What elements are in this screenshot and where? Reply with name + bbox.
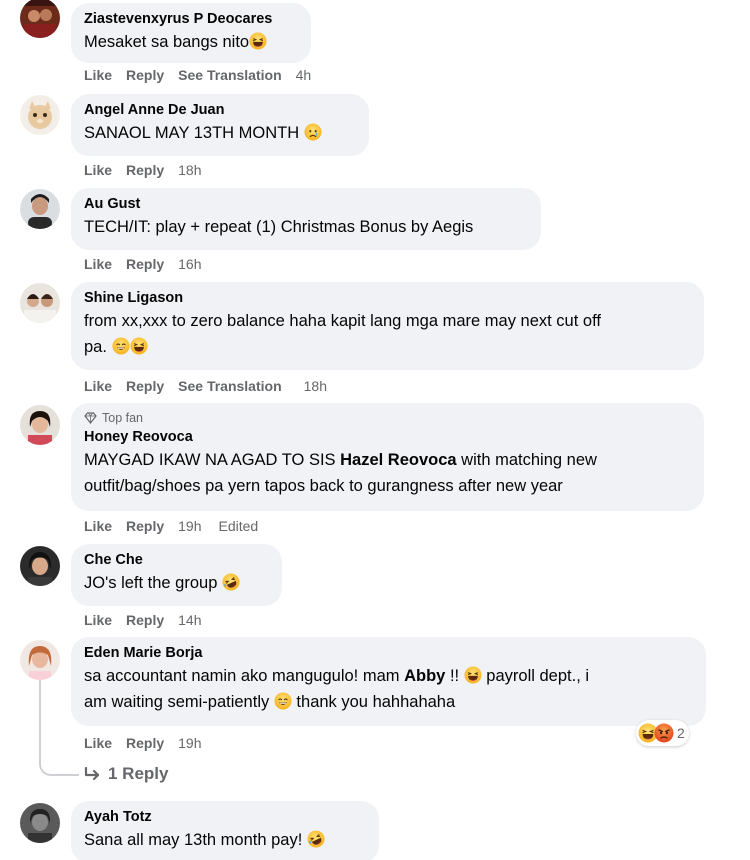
reaction-summary[interactable]: 2 <box>636 720 689 746</box>
timestamp[interactable]: 16h <box>178 255 201 273</box>
edited-label[interactable]: Edited <box>219 517 259 535</box>
see-translation-button[interactable]: See Translation <box>178 66 281 84</box>
like-button[interactable]: Like <box>84 66 112 84</box>
like-button[interactable]: Like <box>84 377 112 395</box>
top-fan-diamond-icon <box>84 412 97 424</box>
reply-button[interactable]: Reply <box>126 66 164 84</box>
reply-button[interactable]: Reply <box>126 611 164 629</box>
commenter-name[interactable]: Ziastevenxyrus P Deocares <box>84 10 297 29</box>
grinning-squint-emoji-icon <box>249 32 267 50</box>
reply-button[interactable]: Reply <box>126 734 164 752</box>
comment-text: SANAOL MAY 13TH MONTH <box>84 120 355 146</box>
timestamp[interactable]: 19h <box>178 734 201 752</box>
comment-text: Mesaket sa bangs nito <box>84 29 297 55</box>
grinning-squint-emoji-icon <box>130 337 148 355</box>
commenter-name[interactable]: Angel Anne De Juan <box>84 101 355 120</box>
comment-actions: Like Reply 16h <box>84 255 219 273</box>
comment-actions: Like Reply See Translation 4h <box>84 66 328 84</box>
reply-button[interactable]: Reply <box>126 517 164 535</box>
reply-arrow-icon <box>84 767 100 781</box>
avatar[interactable] <box>20 283 60 323</box>
reply-button[interactable]: Reply <box>126 161 164 179</box>
grinning-squint-emoji-icon <box>464 666 482 684</box>
comment-actions: Like Reply 18h <box>84 161 219 179</box>
timestamp[interactable]: 18h <box>178 161 201 179</box>
comment-bubble: Eden Marie Borja sa accountant namin ako… <box>71 637 706 726</box>
like-button[interactable]: Like <box>84 255 112 273</box>
rolling-laughing-emoji-icon <box>307 830 325 848</box>
commenter-name[interactable]: Au Gust <box>84 195 527 214</box>
comment-actions: Like Reply 19h <box>84 734 219 752</box>
comment-bubble: Ziastevenxyrus P Deocares Mesaket sa ban… <box>71 3 311 63</box>
avatar[interactable] <box>20 803 60 843</box>
comment-actions: Like Reply See Translation 18h <box>84 377 344 395</box>
commenter-name[interactable]: Ayah Totz <box>84 808 365 827</box>
commenter-name[interactable]: Shine Ligason <box>84 289 690 308</box>
comment-actions: Like Reply 19h Edited <box>84 517 275 535</box>
avatar[interactable] <box>20 546 60 586</box>
smiling-emoji-icon <box>112 337 130 355</box>
timestamp[interactable]: 19h <box>178 517 201 535</box>
timestamp[interactable]: 4h <box>296 66 312 84</box>
avatar[interactable] <box>20 95 60 135</box>
comment-bubble: Au Gust TECH/IT: play + repeat (1) Chris… <box>71 188 541 250</box>
comment-text: Sana all may 13th month pay! <box>84 827 365 853</box>
commenter-name[interactable]: Honey Reovoca <box>84 428 690 447</box>
timestamp[interactable]: 14h <box>178 611 201 629</box>
comment-bubble: Shine Ligason from xx,xxx to zero balanc… <box>71 282 704 370</box>
reaction-count: 2 <box>677 725 685 741</box>
see-translation-button[interactable]: See Translation <box>178 377 281 395</box>
like-button[interactable]: Like <box>84 161 112 179</box>
avatar[interactable] <box>20 0 60 38</box>
reply-button[interactable]: Reply <box>126 255 164 273</box>
comment-text: sa accountant namin ako mangugulo! mam A… <box>84 666 590 711</box>
avatar[interactable] <box>20 640 60 680</box>
rolling-laughing-emoji-icon <box>222 573 240 591</box>
comment-text: JO's left the group <box>84 570 268 596</box>
reply-button[interactable]: Reply <box>126 377 164 395</box>
comment-text: MAYGAD IKAW NA AGAD TO SIS Hazel Reovoca… <box>84 451 597 495</box>
comment-text: TECH/IT: play + repeat (1) Christmas Bon… <box>84 218 474 236</box>
comment-actions: Like Reply 14h <box>84 611 219 629</box>
top-fan-badge[interactable]: Top fan <box>84 410 690 426</box>
avatar[interactable] <box>20 189 60 229</box>
comment-bubble: Che Che JO's left the group <box>71 544 282 606</box>
mention-link[interactable]: Hazel Reovoca <box>340 451 456 469</box>
commenter-name[interactable]: Eden Marie Borja <box>84 644 692 663</box>
comment-bubble: Top fan Honey Reovoca MAYGAD IKAW NA AGA… <box>71 403 704 511</box>
timestamp[interactable]: 18h <box>304 377 327 395</box>
commenter-name[interactable]: Che Che <box>84 551 268 570</box>
comment-bubble: Ayah Totz Sana all may 13th month pay! <box>71 801 379 860</box>
view-replies-button[interactable]: 1 Reply <box>84 764 168 784</box>
like-button[interactable]: Like <box>84 734 112 752</box>
angry-emoji-icon <box>654 723 674 743</box>
smiling-emoji-icon <box>274 692 292 710</box>
avatar[interactable] <box>20 405 60 445</box>
comment-bubble: Angel Anne De Juan SANAOL MAY 13TH MONTH <box>71 94 369 156</box>
mention-link[interactable]: Abby <box>404 667 445 685</box>
like-button[interactable]: Like <box>84 517 112 535</box>
like-button[interactable]: Like <box>84 611 112 629</box>
crying-face-emoji-icon <box>304 123 322 141</box>
comment-text: from xx,xxx to zero balance haha kapit l… <box>84 312 601 356</box>
